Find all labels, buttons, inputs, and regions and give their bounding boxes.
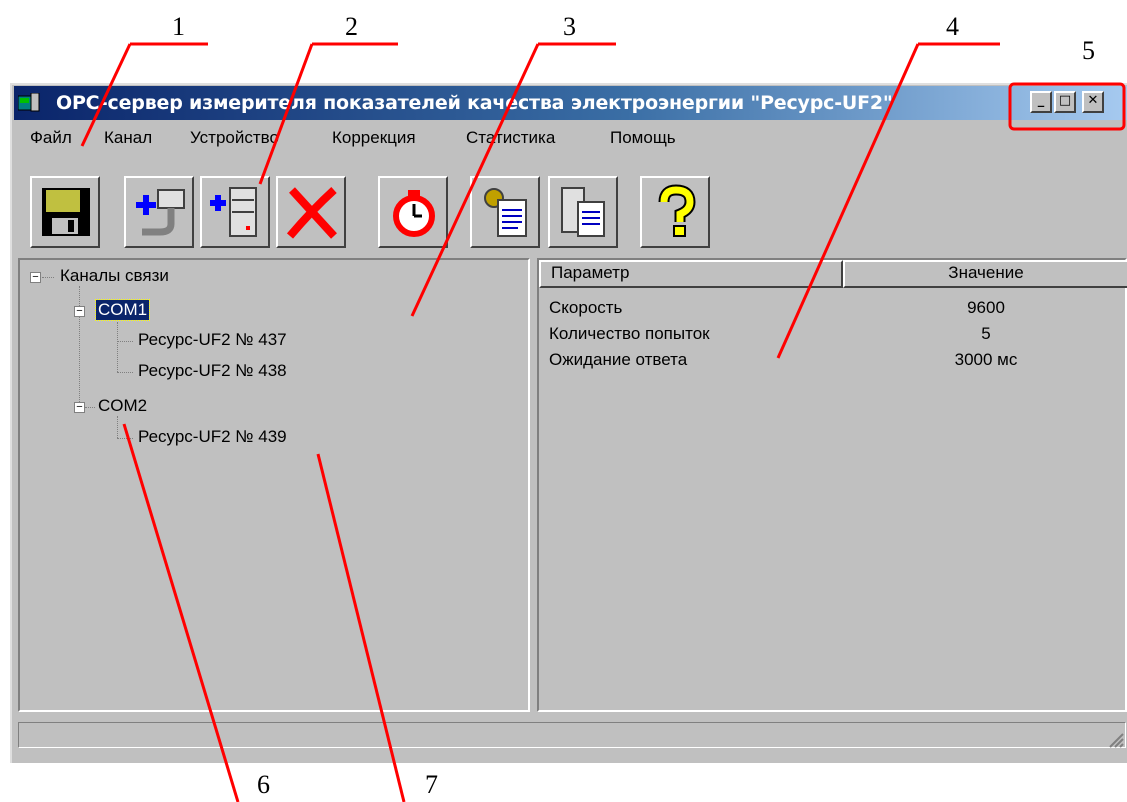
tree-line — [117, 416, 118, 438]
tree-device[interactable]: Ресурс-UF2 № 439 — [138, 427, 287, 447]
param-name: Скорость — [549, 298, 623, 317]
tree-root-label[interactable]: Каналы связи — [60, 266, 169, 286]
save-button[interactable] — [30, 176, 100, 248]
delete-button[interactable] — [276, 176, 346, 248]
minimize-button[interactable]: _ — [1030, 91, 1052, 113]
status-field — [18, 722, 1126, 748]
menu-device[interactable]: Устройство — [190, 128, 279, 148]
column-header-label: Значение — [948, 263, 1024, 282]
menu-correction[interactable]: Коррекция — [332, 128, 416, 148]
param-name: Ожидание ответа — [549, 350, 688, 369]
help-icon — [658, 184, 696, 237]
column-header-value[interactable]: Значение — [843, 260, 1127, 288]
app-icon — [18, 93, 40, 112]
tree-line — [117, 341, 133, 342]
collapse-com2-icon[interactable]: − — [74, 402, 85, 413]
menu-statistics[interactable]: Статистика — [466, 128, 555, 148]
tree-line — [117, 322, 118, 372]
param-value: 9600 — [967, 298, 1005, 317]
callout-2: 2 — [345, 12, 358, 41]
tree-line — [117, 438, 133, 439]
menu-channel[interactable]: Канал — [104, 128, 152, 148]
save-icon — [42, 188, 90, 236]
window-title: OPC-сервер измерителя показателей качест… — [56, 92, 893, 114]
settings-document-icon — [484, 188, 527, 237]
device-document-icon — [561, 187, 605, 237]
tree-line — [42, 277, 54, 278]
channel-tree-pane[interactable]: − Каналы связи − COM1 Ресурс-UF2 № 437 Р… — [18, 258, 530, 712]
timer-icon — [393, 190, 435, 237]
properties-pane[interactable]: Параметр Значение Скорость 9600 Количест… — [537, 258, 1127, 712]
callout-3: 3 — [563, 12, 576, 41]
close-button[interactable]: ✕ — [1082, 91, 1104, 113]
add-channel-icon — [136, 189, 185, 236]
callout-6: 6 — [257, 770, 270, 799]
settings-document-button[interactable] — [470, 176, 540, 248]
tree-channel-com2[interactable]: COM2 — [98, 396, 147, 416]
tree-device[interactable]: Ресурс-UF2 № 437 — [138, 330, 287, 350]
callout-5: 5 — [1082, 36, 1095, 65]
menu-help[interactable]: Помощь — [610, 128, 676, 148]
toolbar — [14, 168, 1114, 252]
delete-icon — [286, 187, 337, 239]
status-bar — [14, 716, 1127, 754]
resize-grip-icon[interactable] — [1104, 728, 1124, 748]
menu-file[interactable]: Файл — [30, 128, 72, 148]
device-document-button[interactable] — [548, 176, 618, 248]
maximize-button[interactable]: □ — [1054, 91, 1076, 113]
column-header-parameter[interactable]: Параметр — [539, 260, 843, 288]
add-device-icon — [210, 187, 257, 237]
tree-line — [79, 286, 80, 406]
callout-4: 4 — [946, 12, 959, 41]
param-value: 5 — [981, 324, 991, 343]
menu-bar: Файл Канал Устройство Коррекция Статисти… — [14, 124, 1114, 154]
param-value: 3000 мс — [954, 350, 1018, 369]
add-device-button[interactable] — [200, 176, 270, 248]
param-name: Количество попыток — [549, 324, 710, 343]
collapse-com1-icon[interactable]: − — [74, 306, 85, 317]
tree-line — [85, 407, 95, 408]
tree-channel-com1[interactable]: COM1 — [94, 299, 151, 321]
callout-7: 7 — [425, 770, 438, 799]
timer-button[interactable] — [378, 176, 448, 248]
column-header-label: Параметр — [551, 263, 630, 282]
help-button[interactable] — [640, 176, 710, 248]
tree-line — [117, 372, 133, 373]
title-bar[interactable]: OPC-сервер измерителя показателей качест… — [14, 86, 1127, 120]
collapse-root-icon[interactable]: − — [30, 272, 41, 283]
add-channel-button[interactable] — [124, 176, 194, 248]
tree-device[interactable]: Ресурс-UF2 № 438 — [138, 361, 287, 381]
callout-1: 1 — [172, 12, 185, 41]
